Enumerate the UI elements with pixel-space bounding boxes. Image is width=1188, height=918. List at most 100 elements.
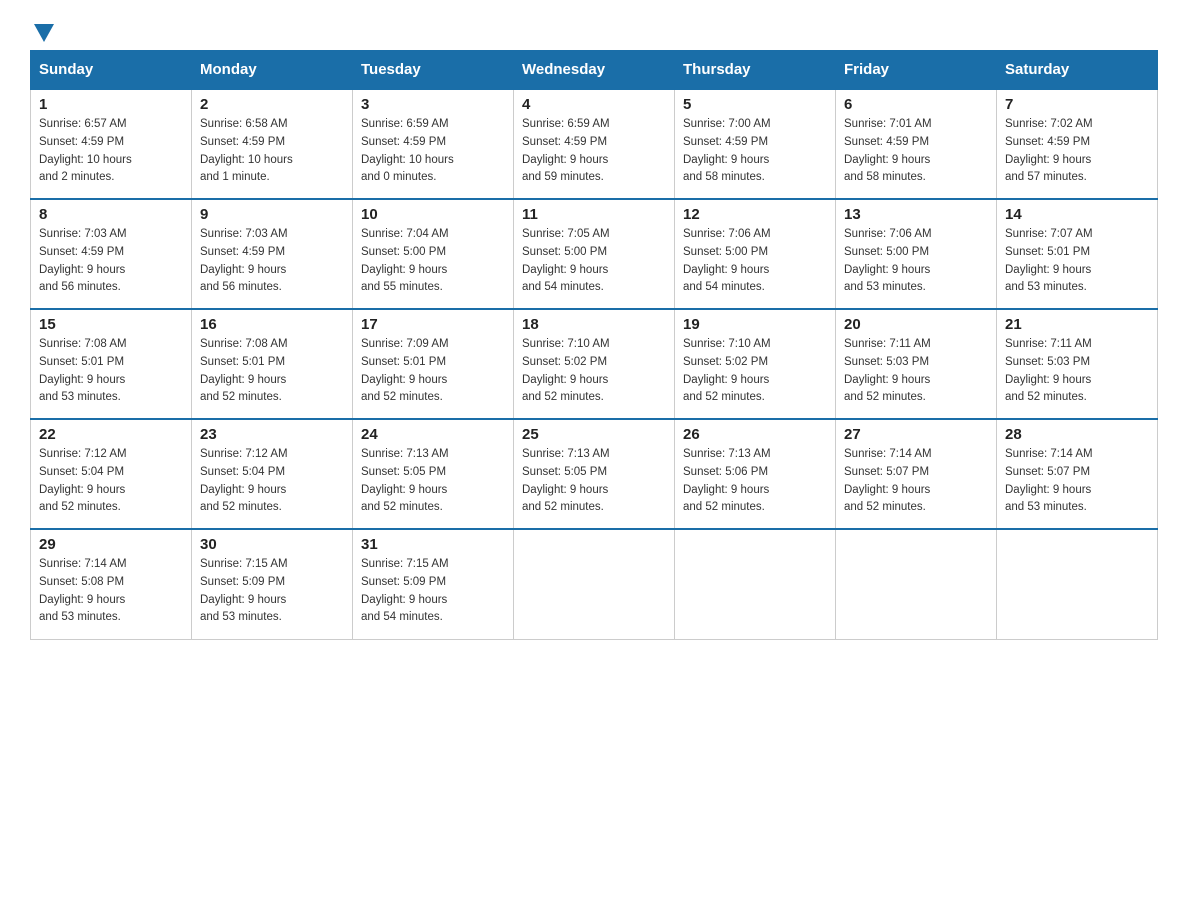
day-info: Sunrise: 7:09 AMSunset: 5:01 PMDaylight:… [361,336,505,407]
calendar-cell: 23 Sunrise: 7:12 AMSunset: 5:04 PMDayligh… [192,419,353,529]
day-info: Sunrise: 7:12 AMSunset: 5:04 PMDaylight:… [39,446,183,517]
calendar-cell: 22 Sunrise: 7:12 AMSunset: 5:04 PMDayligh… [31,419,192,529]
day-number: 16 [200,316,344,333]
day-number: 17 [361,316,505,333]
day-info: Sunrise: 7:03 AMSunset: 4:59 PMDaylight:… [39,226,183,297]
day-info: Sunrise: 7:14 AMSunset: 5:07 PMDaylight:… [1005,446,1149,517]
calendar-week-row: 22 Sunrise: 7:12 AMSunset: 5:04 PMDayligh… [31,419,1158,529]
day-number: 24 [361,426,505,443]
day-info: Sunrise: 7:14 AMSunset: 5:07 PMDaylight:… [844,446,988,517]
day-number: 8 [39,206,183,223]
calendar-cell: 27Sunrise: 7:14 AMSunset: 5:07 PMDayligh… [836,419,997,529]
day-number: 3 [361,96,505,113]
calendar-week-row: 15 Sunrise: 7:08 AMSunset: 5:01 PMDayligh… [31,309,1158,419]
calendar-cell: 19 Sunrise: 7:10 AMSunset: 5:02 PMDayligh… [675,309,836,419]
day-number: 19 [683,316,827,333]
day-number: 4 [522,96,666,113]
day-info: Sunrise: 7:07 AMSunset: 5:01 PMDaylight:… [1005,226,1149,297]
calendar-cell: 16 Sunrise: 7:08 AMSunset: 5:01 PMDayligh… [192,309,353,419]
calendar-cell: 12 Sunrise: 7:06 AMSunset: 5:00 PMDayligh… [675,199,836,309]
page-header [30,20,1158,40]
day-info: Sunrise: 6:59 AMSunset: 4:59 PMDaylight:… [361,116,505,187]
calendar-cell: 30Sunrise: 7:15 AMSunset: 5:09 PMDayligh… [192,529,353,639]
calendar-cell: 10 Sunrise: 7:04 AMSunset: 5:00 PMDayligh… [353,199,514,309]
day-number: 14 [1005,206,1149,223]
day-number: 26 [683,426,827,443]
day-number: 22 [39,426,183,443]
day-number: 18 [522,316,666,333]
day-info: Sunrise: 6:57 AMSunset: 4:59 PMDaylight:… [39,116,183,187]
calendar-cell: 2 Sunrise: 6:58 AMSunset: 4:59 PMDaylight… [192,89,353,199]
day-number: 2 [200,96,344,113]
calendar-cell: 11 Sunrise: 7:05 AMSunset: 5:00 PMDayligh… [514,199,675,309]
day-number: 12 [683,206,827,223]
day-info: Sunrise: 7:11 AMSunset: 5:03 PMDaylight:… [844,336,988,407]
calendar-cell [836,529,997,639]
day-info: Sunrise: 7:00 AMSunset: 4:59 PMDaylight:… [683,116,827,187]
day-number: 23 [200,426,344,443]
day-info: Sunrise: 7:14 AMSunset: 5:08 PMDaylight:… [39,556,183,627]
day-number: 7 [1005,96,1149,113]
calendar-cell: 5 Sunrise: 7:00 AMSunset: 4:59 PMDaylight… [675,89,836,199]
day-number: 9 [200,206,344,223]
day-number: 31 [361,536,505,553]
calendar-cell [997,529,1158,639]
day-info: Sunrise: 7:13 AMSunset: 5:05 PMDaylight:… [522,446,666,517]
day-info: Sunrise: 7:08 AMSunset: 5:01 PMDaylight:… [200,336,344,407]
day-number: 5 [683,96,827,113]
calendar-cell: 31 Sunrise: 7:15 AMSunset: 5:09 PMDayligh… [353,529,514,639]
day-info: Sunrise: 7:15 AMSunset: 5:09 PMDaylight:… [200,556,344,627]
calendar-cell: 7 Sunrise: 7:02 AMSunset: 4:59 PMDaylight… [997,89,1158,199]
day-info: Sunrise: 7:13 AMSunset: 5:05 PMDaylight:… [361,446,505,517]
calendar-cell: 6Sunrise: 7:01 AMSunset: 4:59 PMDaylight… [836,89,997,199]
day-number: 11 [522,206,666,223]
calendar-table: SundayMondayTuesdayWednesdayThursdayFrid… [30,50,1158,640]
day-info: Sunrise: 7:10 AMSunset: 5:02 PMDaylight:… [683,336,827,407]
calendar-cell: 14 Sunrise: 7:07 AMSunset: 5:01 PMDayligh… [997,199,1158,309]
day-number: 1 [39,96,183,113]
calendar-cell: 21Sunrise: 7:11 AMSunset: 5:03 PMDayligh… [997,309,1158,419]
calendar-header-wednesday: Wednesday [514,51,675,90]
day-info: Sunrise: 7:02 AMSunset: 4:59 PMDaylight:… [1005,116,1149,187]
day-number: 21 [1005,316,1149,333]
day-info: Sunrise: 7:06 AMSunset: 5:00 PMDaylight:… [683,226,827,297]
calendar-cell [514,529,675,639]
day-info: Sunrise: 7:01 AMSunset: 4:59 PMDaylight:… [844,116,988,187]
calendar-week-row: 1 Sunrise: 6:57 AMSunset: 4:59 PMDaylight… [31,89,1158,199]
day-info: Sunrise: 6:58 AMSunset: 4:59 PMDaylight:… [200,116,344,187]
calendar-cell: 13Sunrise: 7:06 AMSunset: 5:00 PMDayligh… [836,199,997,309]
calendar-cell: 24 Sunrise: 7:13 AMSunset: 5:05 PMDayligh… [353,419,514,529]
day-number: 28 [1005,426,1149,443]
calendar-header-saturday: Saturday [997,51,1158,90]
day-info: Sunrise: 7:13 AMSunset: 5:06 PMDaylight:… [683,446,827,517]
calendar-week-row: 29 Sunrise: 7:14 AMSunset: 5:08 PMDayligh… [31,529,1158,639]
day-number: 15 [39,316,183,333]
day-number: 29 [39,536,183,553]
day-info: Sunrise: 7:04 AMSunset: 5:00 PMDaylight:… [361,226,505,297]
calendar-cell: 3 Sunrise: 6:59 AMSunset: 4:59 PMDaylight… [353,89,514,199]
calendar-header-row: SundayMondayTuesdayWednesdayThursdayFrid… [31,51,1158,90]
logo [30,20,54,40]
calendar-cell: 26 Sunrise: 7:13 AMSunset: 5:06 PMDayligh… [675,419,836,529]
calendar-cell [675,529,836,639]
calendar-header-thursday: Thursday [675,51,836,90]
calendar-header-monday: Monday [192,51,353,90]
calendar-cell: 29 Sunrise: 7:14 AMSunset: 5:08 PMDayligh… [31,529,192,639]
day-number: 25 [522,426,666,443]
calendar-cell: 1 Sunrise: 6:57 AMSunset: 4:59 PMDaylight… [31,89,192,199]
day-info: Sunrise: 6:59 AMSunset: 4:59 PMDaylight:… [522,116,666,187]
calendar-header-sunday: Sunday [31,51,192,90]
day-info: Sunrise: 7:10 AMSunset: 5:02 PMDaylight:… [522,336,666,407]
day-info: Sunrise: 7:05 AMSunset: 5:00 PMDaylight:… [522,226,666,297]
calendar-cell: 8 Sunrise: 7:03 AMSunset: 4:59 PMDaylight… [31,199,192,309]
calendar-cell: 4 Sunrise: 6:59 AMSunset: 4:59 PMDaylight… [514,89,675,199]
calendar-cell: 20 Sunrise: 7:11 AMSunset: 5:03 PMDayligh… [836,309,997,419]
calendar-cell: 28 Sunrise: 7:14 AMSunset: 5:07 PMDayligh… [997,419,1158,529]
day-number: 20 [844,316,988,333]
day-info: Sunrise: 7:06 AMSunset: 5:00 PMDaylight:… [844,226,988,297]
calendar-week-row: 8 Sunrise: 7:03 AMSunset: 4:59 PMDaylight… [31,199,1158,309]
day-info: Sunrise: 7:15 AMSunset: 5:09 PMDaylight:… [361,556,505,627]
day-number: 10 [361,206,505,223]
calendar-cell: 25 Sunrise: 7:13 AMSunset: 5:05 PMDayligh… [514,419,675,529]
day-info: Sunrise: 7:12 AMSunset: 5:04 PMDaylight:… [200,446,344,517]
